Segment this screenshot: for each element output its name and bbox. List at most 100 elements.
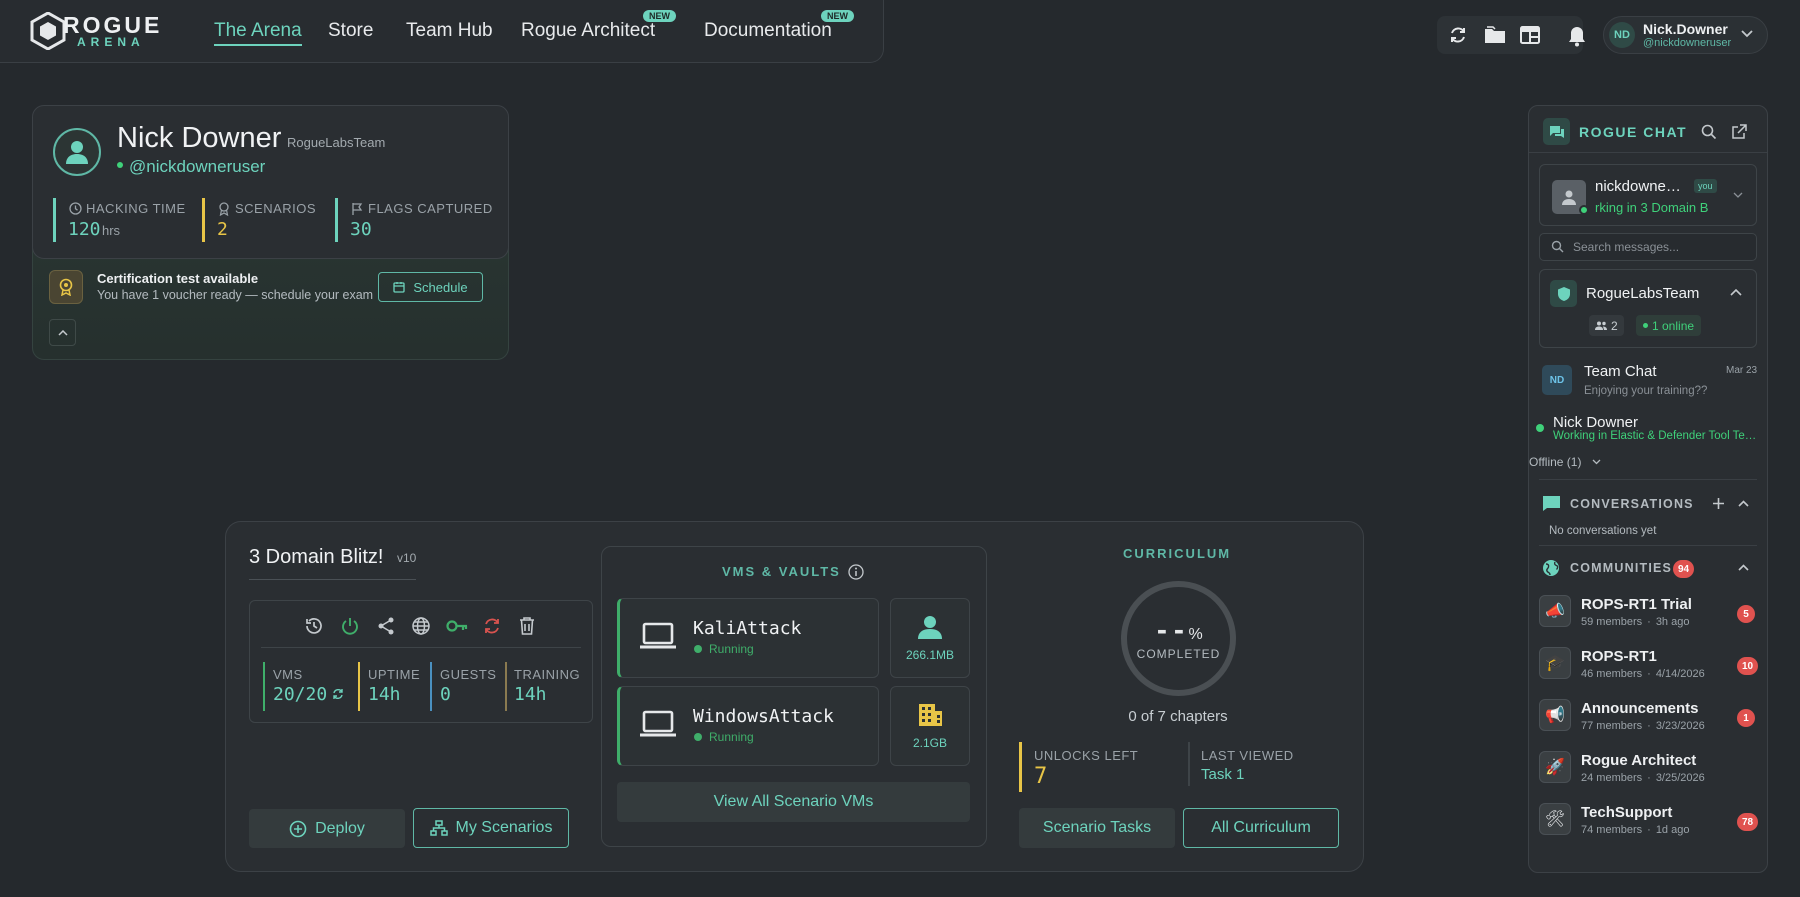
chevron-down-icon[interactable]: [1592, 459, 1601, 465]
nav-the-arena[interactable]: The Arena: [214, 20, 302, 46]
search-icon: [1551, 240, 1564, 253]
nav-store[interactable]: Store: [328, 20, 373, 42]
community-name: Announcements: [1581, 700, 1699, 717]
vm-name: WindowsAttack: [693, 706, 834, 727]
my-status-text: rking in 3 Domain B: [1595, 200, 1709, 215]
stat-value: 2: [217, 219, 228, 240]
new-badge: NEW: [643, 10, 676, 22]
history-icon[interactable]: [304, 616, 324, 636]
scenario-tasks-label: Scenario Tasks: [1042, 819, 1152, 836]
laptop-icon: [639, 622, 677, 650]
stat-value: 0: [440, 684, 451, 705]
team-name[interactable]: RogueLabsTeam: [1586, 285, 1699, 302]
my-scenarios-button-label: My Scenarios: [455, 819, 553, 836]
chevron-up-icon[interactable]: [1730, 289, 1742, 296]
conversation-icon: [1542, 495, 1561, 512]
chat-divider: [1539, 545, 1757, 546]
plus-icon[interactable]: [1712, 497, 1725, 510]
laptop-icon: [639, 710, 677, 738]
restart-icon[interactable]: [482, 616, 502, 636]
member-count-badge[interactable]: 2: [1589, 315, 1624, 336]
all-curriculum-label: All Curriculum: [1211, 819, 1311, 836]
community-item[interactable]: 🎓 ROPS-RT1 46 members · 4/14/2026 10: [1539, 645, 1759, 689]
schedule-button[interactable]: Schedule: [378, 272, 483, 302]
trash-icon[interactable]: [518, 616, 536, 636]
stat-accent: [202, 198, 205, 242]
vm-status: Running: [709, 642, 754, 656]
community-members: 46 members: [1581, 668, 1643, 680]
chat-icon: [1543, 118, 1570, 145]
dashboard-icon[interactable]: [1520, 26, 1540, 44]
search-icon[interactable]: [1701, 124, 1717, 140]
search-placeholder: Search messages...: [1573, 240, 1680, 254]
chat-divider: [1539, 479, 1757, 480]
community-item[interactable]: 📢 Announcements 77 members · 3/23/2026 1: [1539, 697, 1759, 741]
nav-team-hub[interactable]: Team Hub: [406, 20, 493, 42]
you-badge: you: [1694, 179, 1717, 193]
megaphone-icon: 📣: [1539, 595, 1571, 627]
certification-panel: [32, 246, 509, 360]
key-icon[interactable]: [446, 618, 468, 634]
chat-title: ROGUE CHAT: [1579, 124, 1688, 140]
curriculum-title: CURRICULUM: [1123, 546, 1232, 561]
rogue-logo-icon[interactable]: [30, 12, 66, 50]
sync-icon[interactable]: [332, 688, 344, 700]
profile-avatar[interactable]: [53, 128, 101, 176]
stat-label: VMS: [273, 667, 303, 682]
community-members: 77 members: [1581, 720, 1643, 732]
stat-label: HACKING TIME: [86, 201, 186, 216]
last-viewed-value[interactable]: Task 1: [1201, 766, 1244, 783]
refresh-icon[interactable]: [1448, 25, 1468, 45]
chevron-down-icon[interactable]: [1733, 192, 1743, 198]
scenario-tasks-button[interactable]: Scenario Tasks: [1019, 808, 1175, 848]
award-icon: [218, 202, 230, 216]
stat-label: SCENARIOS: [235, 201, 317, 216]
folder-icon[interactable]: [1484, 25, 1506, 45]
collapse-button[interactable]: [49, 319, 76, 346]
member-name[interactable]: Nick Downer: [1553, 414, 1638, 431]
nav-documentation[interactable]: Documentation: [704, 20, 832, 42]
status-dot: [694, 645, 702, 653]
power-icon[interactable]: [340, 616, 360, 636]
chevron-up-icon[interactable]: [1738, 500, 1749, 507]
profile-team[interactable]: RogueLabsTeam: [287, 135, 385, 150]
unread-badge: 78: [1737, 813, 1759, 831]
nav-rogue-architect[interactable]: Rogue Architect: [521, 20, 655, 42]
online-dot: [1643, 323, 1648, 328]
team-chat-name[interactable]: Team Chat: [1584, 363, 1657, 380]
user-icon: [66, 141, 88, 164]
globe-icon[interactable]: [411, 616, 431, 636]
my-scenarios-button[interactable]: My Scenarios: [413, 808, 569, 848]
conversations-title: CONVERSATIONS: [1570, 497, 1694, 511]
deploy-button[interactable]: Deploy: [249, 809, 405, 848]
community-time: 1d ago: [1655, 824, 1690, 836]
community-item[interactable]: 🚀 Rogue Architect 24 members · 3/25/2026: [1539, 749, 1759, 793]
all-curriculum-button[interactable]: All Curriculum: [1183, 808, 1339, 848]
shield-icon: [1550, 280, 1577, 307]
share-icon[interactable]: [376, 616, 396, 636]
online-dot: [1579, 205, 1589, 215]
external-link-icon[interactable]: [1731, 124, 1747, 140]
online-count-badge[interactable]: 1 online: [1636, 315, 1702, 336]
stat-accent: [335, 198, 338, 242]
community-item[interactable]: 📣 ROPS-RT1 Trial 59 members · 3h ago 5: [1539, 593, 1759, 637]
deploy-button-label: Deploy: [315, 819, 365, 837]
stat-accent: [505, 662, 507, 711]
vm-memory: 266.1MB: [905, 648, 955, 662]
stat-accent: [1188, 742, 1190, 786]
bell-icon[interactable]: [1568, 25, 1586, 47]
last-viewed-label: LAST VIEWED: [1201, 748, 1294, 763]
view-all-vms-button[interactable]: View All Scenario VMs: [617, 782, 970, 822]
stat-unit: hrs: [102, 223, 121, 238]
community-item[interactable]: 🛠 TechSupport 74 members · 1d ago 78: [1539, 801, 1759, 845]
offline-toggle[interactable]: Offline (1): [1529, 455, 1581, 469]
community-name: Rogue Architect: [1581, 752, 1697, 769]
chevron-down-icon[interactable]: [1741, 30, 1753, 38]
chevron-up-icon[interactable]: [1738, 564, 1749, 571]
vm-status: Running: [709, 730, 754, 744]
community-members: 74 members: [1581, 824, 1643, 836]
certificate-icon: [49, 270, 83, 304]
status-dot: [694, 733, 702, 741]
brand-subtitle: ARENA: [77, 35, 145, 49]
info-icon[interactable]: [848, 564, 864, 580]
